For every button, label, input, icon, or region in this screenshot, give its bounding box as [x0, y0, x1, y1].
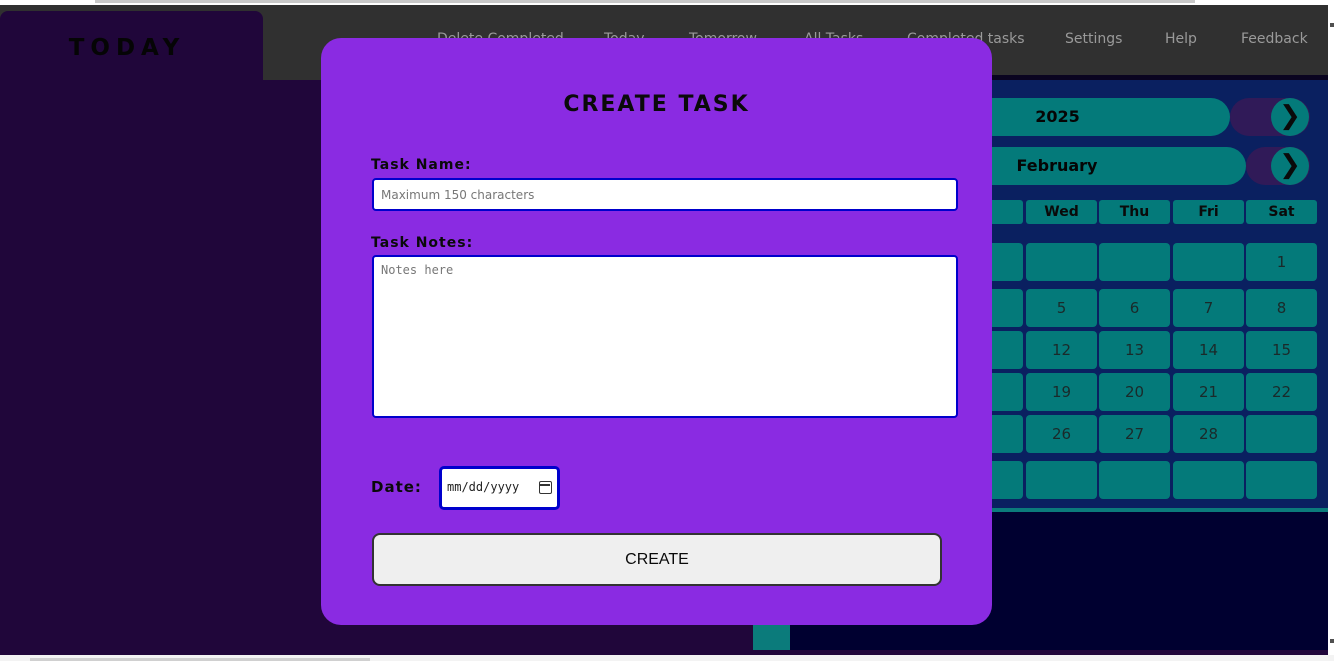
task-notes-input[interactable] [372, 255, 958, 418]
task-notes-label: Task Notes: [371, 235, 474, 251]
create-task-modal: CREATE TASK Task Name: Task Notes: Date:… [321, 38, 992, 625]
task-name-input[interactable] [372, 178, 958, 211]
date-label: Date: [371, 478, 422, 496]
create-button[interactable]: CREATE [372, 533, 942, 586]
modal-overlay: CREATE TASK Task Name: Task Notes: Date:… [0, 0, 1334, 661]
date-input[interactable]: mm/dd/yyyy [439, 466, 560, 510]
task-name-label: Task Name: [371, 157, 472, 173]
date-placeholder: mm/dd/yyyy [447, 480, 520, 494]
page: TODAY Delete Completed Today Tomorrow Al… [0, 0, 1334, 661]
calendar-icon[interactable] [539, 481, 552, 494]
modal-title: CREATE TASK [563, 92, 750, 117]
